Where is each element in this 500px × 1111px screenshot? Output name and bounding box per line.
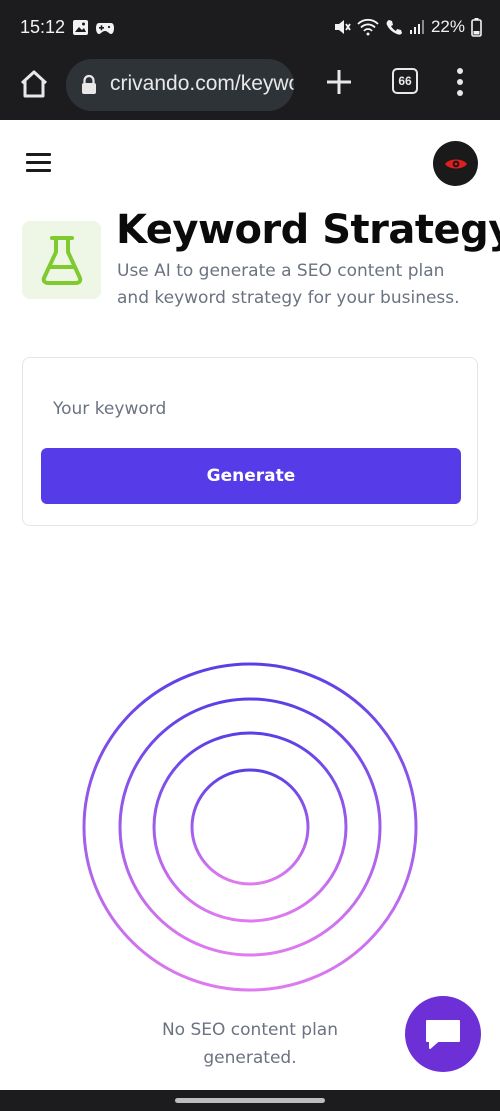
call-icon [386, 20, 402, 35]
battery-icon [471, 17, 482, 37]
url-text: crivando.com/keyword-strategy [110, 72, 294, 95]
home-gesture-handle[interactable] [175, 1098, 325, 1103]
ring-outer [82, 662, 418, 992]
battery-percent: 22% [430, 17, 465, 36]
chat-bubble-icon [426, 1020, 460, 1049]
generate-button[interactable]: Generate [41, 448, 461, 504]
keyword-form: Generate [22, 357, 478, 526]
signal-icon [409, 20, 424, 34]
ring-third [152, 731, 348, 923]
page-subtitle: Use AI to generate a SEO content plan an… [117, 261, 460, 308]
image-icon [73, 20, 88, 35]
wifi-icon [357, 18, 379, 36]
chat-button[interactable] [405, 996, 481, 1072]
keyword-input[interactable] [41, 386, 461, 432]
status-icons-left [72, 19, 115, 36]
empty-state-rings [82, 662, 418, 992]
game-controller-icon [96, 23, 114, 34]
ring-second [118, 697, 382, 957]
eye-icon [444, 159, 467, 168]
home-icon[interactable] [18, 68, 50, 100]
status-icons-right: 22% [333, 17, 482, 37]
tab-count: 66 [398, 74, 412, 88]
lock-icon [82, 74, 96, 94]
plus-icon[interactable] [322, 65, 356, 99]
mute-icon [334, 20, 351, 34]
overflow-menu-icon[interactable] [452, 67, 468, 97]
empty-state-message: No SEO content plan generated. [161, 1020, 339, 1068]
tool-icon-box [22, 221, 101, 299]
status-time: 15:12 [20, 17, 66, 37]
flask-icon [41, 236, 82, 285]
browser-toolbar: crivando.com/keyword-strategy 66 [0, 56, 500, 120]
page-title: Keyword Strategy [116, 207, 500, 253]
tabs-icon[interactable]: 66 [392, 68, 418, 94]
status-bar: 15:12 22% [0, 0, 500, 56]
address-bar[interactable]: crivando.com/keyword-strategy [66, 59, 294, 111]
avatar[interactable] [433, 141, 478, 186]
ring-inner [190, 768, 310, 886]
hamburger-icon[interactable] [26, 151, 52, 175]
system-nav-bar [0, 1090, 500, 1111]
